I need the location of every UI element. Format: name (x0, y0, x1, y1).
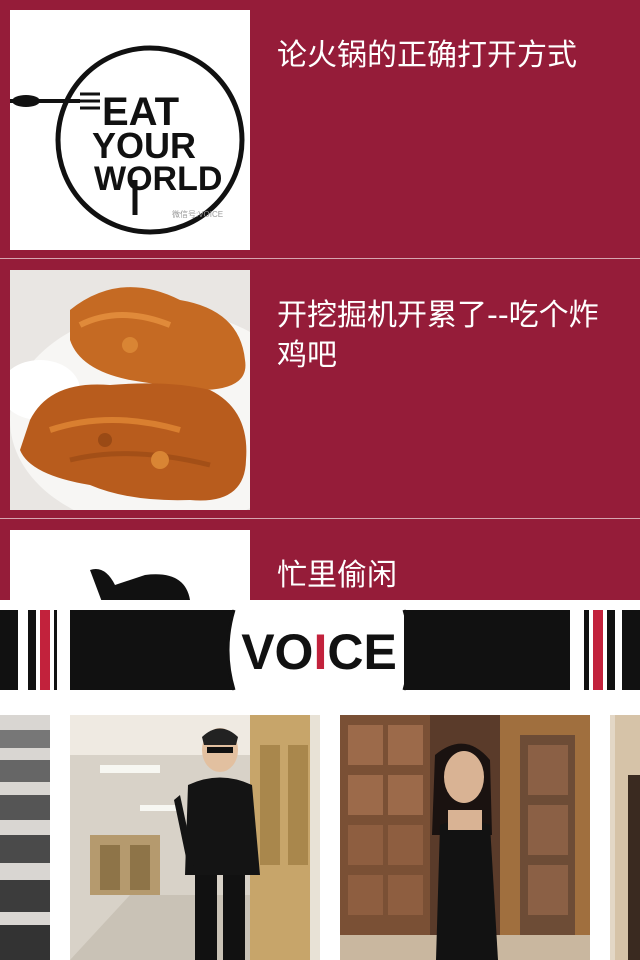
article-item-leisure[interactable]: 忙里偷闲 (0, 520, 640, 600)
woman-in-dress-photo (340, 715, 590, 960)
logo-line-world: WORLD (94, 160, 222, 198)
article-feed: EAT YOUR WORLD 微信号:VOICE 论火锅的正确打开方式 开挖掘机… (0, 0, 640, 600)
feed-divider (0, 518, 640, 519)
article-thumbnail[interactable] (10, 530, 250, 600)
feed-divider (0, 258, 640, 259)
gallery-photo[interactable] (0, 715, 50, 960)
gallery-photo[interactable] (70, 715, 320, 960)
eat-your-world-logo: EAT YOUR WORLD 微信号:VOICE (10, 10, 250, 250)
logo-watermark: 微信号:VOICE (172, 209, 223, 219)
fried-chicken-photo (10, 270, 250, 510)
article-title[interactable]: 开挖掘机开累了--吃个炸鸡吧 (277, 296, 627, 376)
article-title[interactable]: 论火锅的正确打开方式 (277, 36, 627, 76)
voice-brand-part: CE (327, 624, 397, 680)
photo-gallery[interactable] (0, 710, 640, 960)
article-item-fried-chicken[interactable]: 开挖掘机开累了--吃个炸鸡吧 (0, 260, 640, 520)
article-title[interactable]: 忙里偷闲 (277, 556, 627, 596)
article-thumbnail[interactable]: EAT YOUR WORLD 微信号:VOICE (10, 10, 250, 250)
article-item-hotpot[interactable]: EAT YOUR WORLD 微信号:VOICE 论火锅的正确打开方式 (0, 0, 640, 260)
voice-brand-accent: I (313, 624, 328, 680)
gallery-photo[interactable] (610, 715, 640, 960)
voice-brand-part: VO (241, 624, 314, 680)
voice-brand-title[interactable]: VO I CE (234, 612, 404, 692)
partial-photo (610, 715, 640, 960)
article-thumbnail[interactable] (10, 270, 250, 510)
thumbs-up-drawing (10, 530, 250, 600)
gallery-photo[interactable] (340, 715, 590, 960)
lecture-hall-photo (0, 715, 50, 960)
man-in-jacket-photo (70, 715, 320, 960)
